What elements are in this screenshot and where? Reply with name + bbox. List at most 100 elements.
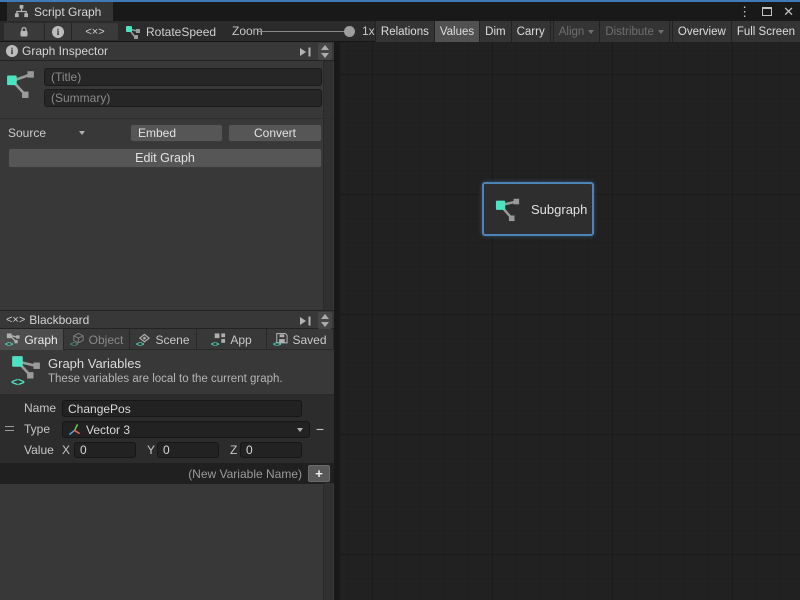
inspector-scrollbar-track[interactable]	[323, 61, 333, 310]
app-icon: <>	[211, 333, 226, 347]
blackboard-scrollbar-track[interactable]	[323, 483, 333, 600]
titlebar: Script Graph ⋮ ✕	[0, 2, 800, 21]
zoom-value: 1x	[362, 21, 375, 42]
graph-variables-icon: <>	[10, 354, 42, 386]
scroll-up-icon	[321, 45, 329, 50]
convert-button[interactable]: Convert	[228, 124, 322, 142]
graph-variables-description: These variables are local to the current…	[48, 373, 283, 385]
save-icon: <>	[273, 333, 288, 347]
add-variable-button[interactable]: +	[308, 465, 330, 482]
divider	[0, 118, 334, 119]
graph-icon	[126, 25, 140, 39]
tab-scene-variables[interactable]: <> Scene	[130, 329, 197, 350]
graph-hierarchy-icon	[15, 5, 28, 18]
tab-saved-variables[interactable]: <> Saved	[267, 329, 334, 350]
subgraph-node[interactable]: Subgraph	[482, 182, 594, 236]
blackboard-header[interactable]: <×> Blackboard	[0, 310, 334, 329]
blackboard-title: Blackboard	[29, 313, 89, 327]
chevron-down-icon	[79, 131, 85, 135]
graph-inspector-header[interactable]: i Graph Inspector	[0, 42, 334, 61]
breadcrumb-label: RotateSpeed	[146, 25, 216, 39]
svg-text:<>: <>	[211, 341, 219, 346]
tab-label: Script Graph	[34, 5, 101, 19]
svg-text:<>: <>	[136, 341, 144, 346]
code-view-button[interactable]: <×>	[72, 23, 118, 40]
graph-title-input[interactable]	[44, 68, 322, 86]
z-label: Z	[230, 442, 237, 458]
dim-button[interactable]: Dim	[479, 21, 510, 42]
drag-handle[interactable]	[5, 426, 14, 431]
vector3-icon	[68, 423, 81, 436]
full-screen-button[interactable]: Full Screen	[731, 21, 800, 42]
scrollbar-arrows[interactable]	[318, 312, 332, 329]
graph-icon	[494, 196, 522, 222]
lock-icon	[18, 26, 30, 38]
chevron-down-icon	[588, 30, 594, 34]
svg-text:<>: <>	[273, 341, 281, 346]
toolbar-right-group: Relations Values Dim Carry Align Distrib…	[375, 21, 800, 42]
dock-button[interactable]	[299, 314, 313, 327]
name-label: Name	[24, 400, 60, 417]
tab-app-variables[interactable]: <> App	[197, 329, 267, 350]
zoom-slider[interactable]	[258, 31, 354, 32]
align-dropdown[interactable]: Align	[553, 21, 600, 42]
type-label: Type	[24, 421, 60, 438]
info-icon: i	[6, 45, 18, 57]
new-variable-row: +	[0, 463, 334, 484]
values-button[interactable]: Values	[434, 21, 479, 42]
value-label: Value	[24, 442, 60, 459]
close-icon[interactable]: ✕	[783, 2, 794, 21]
dock-icon	[299, 315, 312, 327]
dock-icon	[299, 46, 312, 58]
new-variable-input[interactable]	[6, 465, 302, 482]
scroll-down-icon	[321, 53, 329, 58]
node-label: Subgraph	[531, 202, 587, 217]
source-value: Embed	[138, 126, 176, 140]
y-value-input[interactable]	[157, 442, 219, 458]
graph-canvas[interactable]: Subgraph	[340, 42, 800, 600]
svg-text:<>: <>	[5, 341, 13, 346]
info-icon: i	[52, 26, 64, 38]
script-graph-window: Script Graph ⋮ ✕ i <×>	[0, 0, 800, 600]
code-icon: <×>	[85, 26, 104, 38]
graph-summary-input[interactable]	[44, 89, 322, 107]
variable-type-select[interactable]: Vector 3	[62, 421, 310, 438]
graph-icon: <>	[5, 333, 20, 347]
carry-button[interactable]: Carry	[511, 21, 550, 42]
y-label: Y	[147, 442, 155, 458]
variable-name-input[interactable]	[62, 400, 302, 417]
scroll-down-icon	[321, 322, 329, 327]
x-label: X	[62, 442, 70, 458]
source-select[interactable]: Embed	[130, 124, 223, 142]
scroll-up-icon	[321, 314, 329, 319]
info-button[interactable]: i	[45, 23, 72, 40]
z-value-input[interactable]	[240, 442, 302, 458]
svg-text:<>: <>	[11, 376, 25, 386]
scene-icon: <>	[136, 333, 151, 347]
edit-graph-button[interactable]: Edit Graph	[8, 148, 322, 168]
maximize-icon[interactable]	[762, 7, 772, 16]
relations-button[interactable]: Relations	[375, 21, 434, 42]
graph-breadcrumb[interactable]: RotateSpeed	[126, 21, 216, 42]
zoom-slider-handle[interactable]	[344, 26, 355, 37]
x-value-input[interactable]	[74, 442, 136, 458]
overview-button[interactable]: Overview	[672, 21, 731, 42]
scrollbar-arrows[interactable]	[318, 43, 332, 60]
tab-script-graph[interactable]: Script Graph	[7, 2, 113, 21]
variables-icon: <×>	[6, 314, 25, 326]
distribute-dropdown[interactable]: Distribute	[599, 21, 669, 42]
cube-icon: <>	[70, 333, 85, 347]
tab-object-variables[interactable]: <> Object	[64, 329, 130, 350]
tab-graph-variables[interactable]: <> Graph	[0, 329, 64, 350]
toolbar-left-group: i <×>	[4, 23, 118, 40]
dock-button[interactable]	[299, 45, 313, 58]
svg-text:<>: <>	[70, 341, 78, 346]
graph-inspector-title: Graph Inspector	[22, 44, 108, 58]
kebab-menu-icon[interactable]: ⋮	[738, 2, 751, 21]
window-controls: ⋮ ✕	[738, 2, 794, 21]
remove-variable-button[interactable]: −	[311, 421, 329, 437]
chevron-down-icon	[658, 30, 664, 34]
lock-button[interactable]	[4, 23, 45, 40]
variable-row: Name Type Vector 3 − Value X Y Z	[0, 395, 334, 463]
sidebar: i Graph Inspector Source	[0, 42, 334, 600]
